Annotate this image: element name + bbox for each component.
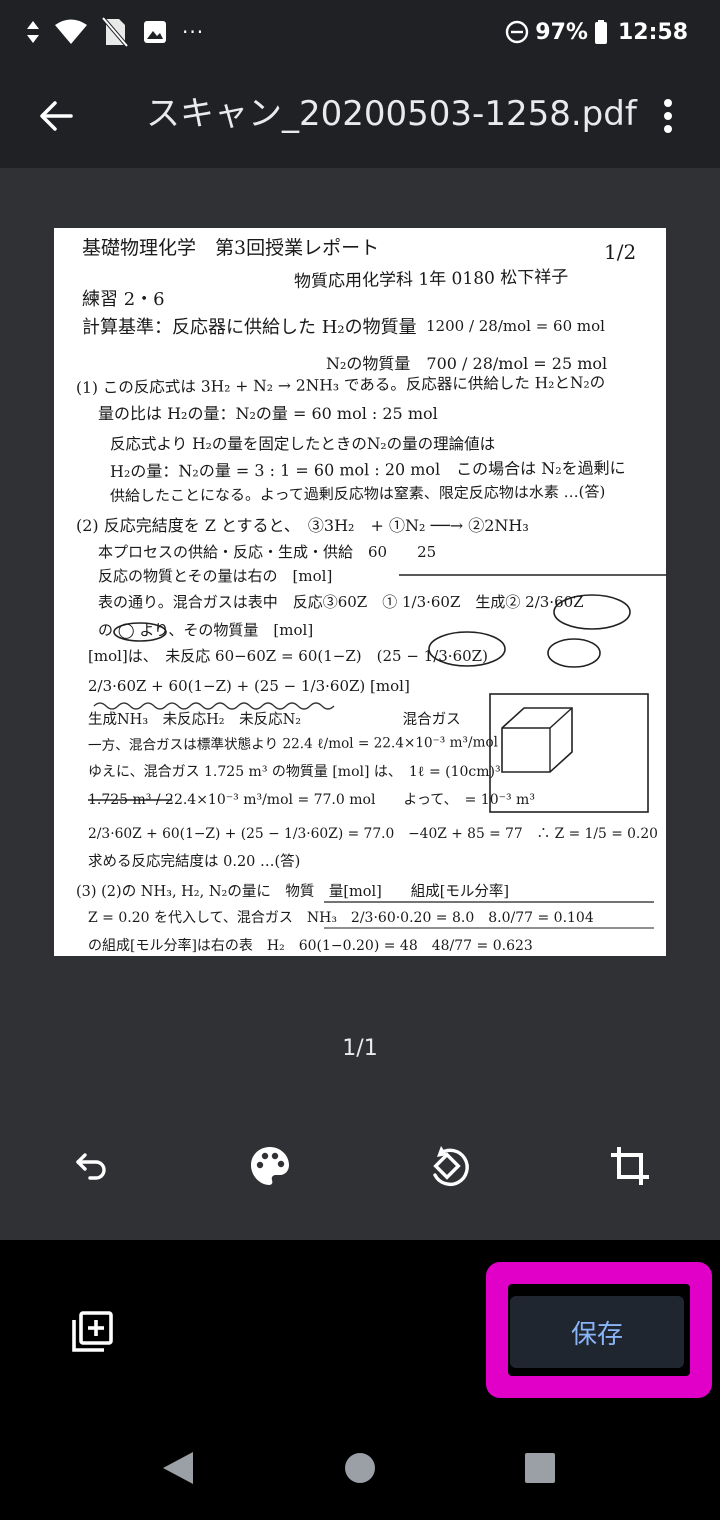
nav-home-button[interactable] [338, 1446, 382, 1490]
document-text-line: 1/2 [604, 240, 637, 264]
scanned-document-page[interactable]: 基礎物理化学 第3回授業レポート 1/2 物質応用化学科 1年 0180 松下祥子練… [54, 228, 666, 956]
document-text-line: N₂の物質量 700 / 28/mol = 25 mol [326, 354, 608, 373]
do-not-disturb-icon [506, 20, 529, 44]
nav-recents-icon [525, 1453, 555, 1483]
crop-button[interactable] [598, 1134, 662, 1198]
add-page-button[interactable] [62, 1302, 122, 1362]
nav-recents-button[interactable] [518, 1446, 562, 1490]
clock: 12:58 [617, 19, 688, 45]
bottom-action-bar: 保存 [0, 1240, 720, 1416]
nav-back-button[interactable] [156, 1446, 200, 1490]
data-transfer-icon [27, 21, 39, 43]
document-text-line: ゆえに、混合ガス 1.725 m³ の物質量 [mol] は、 1ℓ = (10… [88, 764, 501, 780]
color-filter-button[interactable] [238, 1134, 302, 1198]
page-title: スキャン_20200503-1258.pdf [146, 94, 637, 134]
undo-icon [76, 1153, 106, 1180]
more-notifications-icon: ··· [182, 20, 205, 44]
arrow-back-icon [40, 101, 73, 131]
image-notification-icon [144, 21, 166, 43]
status-bar: ··· 97% 12:58 [0, 0, 720, 64]
document-text-line: (3) (2)の NH₃, H₂, N₂の量に 物質 量[mol] 組成[モル分… [76, 884, 510, 900]
status-icons-left: ··· [26, 14, 204, 50]
document-text-line: [mol]は、 未反応 60−60Z = 60(1−Z) (25 − 1/3·6… [88, 647, 488, 665]
document-text-line: 一方、混合ガスは標準状態より 22.4 ℓ/mol = 22.4×10⁻³ m³… [87, 734, 499, 754]
battery-icon [594, 20, 607, 44]
document-text-line: 1.725 m³ / 22.4×10⁻³ m³/mol = 77.0 mol よ… [88, 792, 535, 808]
document-text-line: H₂の量：N₂の量 = 3 : 1 = 60 mol : 20 mol この場合… [109, 458, 626, 481]
document-text-line: の組成[モル分率]は右の表 H₂ 60(1−0.20) = 48 48/77 =… [88, 938, 533, 954]
document-text-line: 基礎物理化学 第3回授業レポート [82, 237, 380, 259]
document-text-line: (2) 反応完結度を Z とすると、 ③3H₂ + ①N₂ ──→ ②2NH₃ [76, 516, 529, 535]
more-vert-icon [664, 99, 672, 133]
status-icons-right: 97% 12:58 [505, 14, 688, 50]
document-text-line: の ◯ より、その物質量 [mol] [98, 621, 314, 639]
document-text-line: 練習 2・6 [82, 289, 165, 310]
save-highlight-frame: 保存 [486, 1262, 712, 1398]
document-text-line: 量の比は H₂の量：N₂の量 = 60 mol : 25 mol [98, 404, 438, 423]
document-text-line: 求める反応完結度は 0.20 …(答) [88, 854, 301, 870]
crop-icon [611, 1147, 649, 1185]
document-text-line: 2/3·60Z + 60(1−Z) + (25 − 1/3·60Z) = 77.… [88, 826, 658, 842]
wifi-icon [55, 19, 87, 44]
save-highlight-inner: 保存 [508, 1284, 690, 1376]
document-text-line: 1200 / 28/mol = 60 mol [426, 317, 605, 335]
document-text-line: 表の通り。混合ガスは表中 反応③60Z ① 1/3·60Z 生成② 2/3·60… [98, 593, 584, 611]
overflow-menu-button[interactable] [638, 86, 698, 146]
battery-percent: 97% [535, 19, 588, 45]
nav-home-icon [345, 1453, 375, 1483]
nav-back-icon [163, 1452, 193, 1484]
page-counter: 1/1 [342, 1036, 378, 1061]
document-text-line: 反応の物質とその量は右の [mol] [98, 567, 333, 585]
add-page-icon [72, 1311, 113, 1352]
undo-button[interactable] [58, 1134, 122, 1198]
rotate-icon [433, 1146, 469, 1186]
save-button[interactable]: 保存 [510, 1296, 684, 1368]
document-text-line: Z = 0.20 を代入して、混合ガス NH₃ 2/3·60·0.20 = 8.… [88, 910, 594, 926]
no-sim-icon [102, 17, 128, 47]
back-button[interactable] [26, 86, 86, 146]
system-navigation-bar [0, 1416, 720, 1520]
document-text-line: 2/3·60Z + 60(1−Z) + (25 − 1/3·60Z) [mol] [88, 677, 410, 695]
document-text-line: 計算基準：反応器に供給した H₂の物質量 [82, 317, 417, 338]
document-text-line: 本プロセスの供給・反応・生成・供給 60 25 [98, 543, 437, 561]
rotate-button[interactable] [418, 1134, 482, 1198]
document-text-line: 生成NH₃ 未反応H₂ 未反応N₂ 混合ガス [88, 712, 461, 728]
top-app-bar: スキャン_20200503-1258.pdf [0, 64, 720, 168]
document-text-line: 反応式より H₂の量を固定したときのN₂の量の理論値は [110, 435, 496, 453]
palette-icon [251, 1147, 289, 1185]
scan-preview-area: 基礎物理化学 第3回授業レポート 1/2 物質応用化学科 1年 0180 松下祥子練… [0, 168, 720, 1240]
